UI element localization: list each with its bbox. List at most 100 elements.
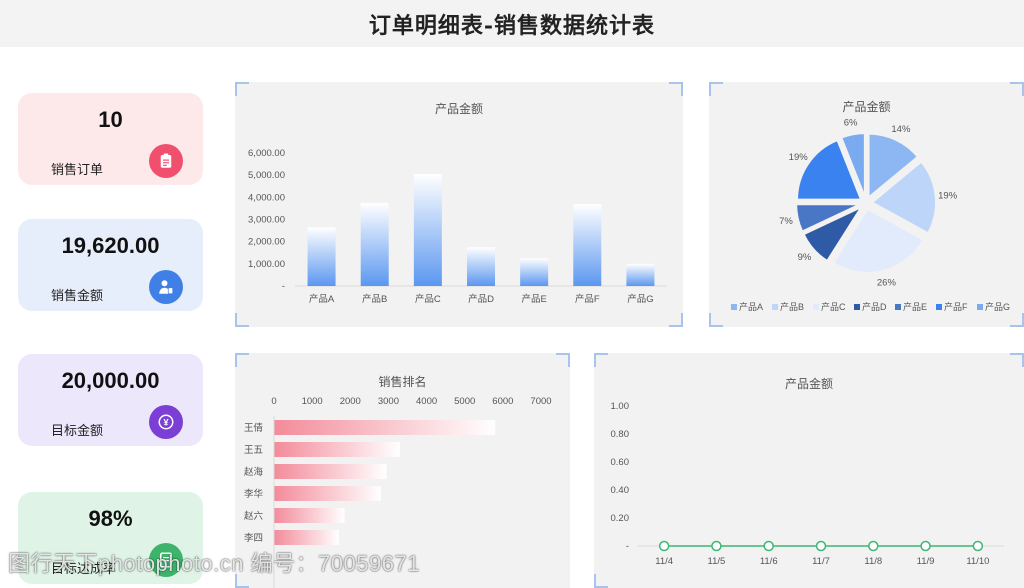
kpi-value: 98% — [88, 506, 133, 531]
y-tick-label: - — [626, 541, 629, 552]
y-tick-label: 李四 — [244, 532, 263, 544]
line-chart-title: 产品金额 — [784, 377, 833, 391]
dashboard-page: 订单明细表-销售数据统计表 10 销售订单 19,620.00 销售金额 20,000.… — [0, 0, 1024, 588]
y-tick-label: 王五 — [244, 445, 263, 456]
x-tick-label: 产品G — [627, 293, 653, 305]
bar — [413, 174, 442, 286]
x-tick-label: 产品B — [362, 293, 387, 305]
y-tick-label: 0.60 — [611, 457, 630, 468]
legend-label: 产品C — [821, 301, 846, 312]
legend-label: 产品A — [739, 301, 763, 312]
pie-chart-title: 产品金额 — [842, 100, 891, 114]
y-tick-label: - — [282, 281, 285, 292]
kpi-card: 20,000.00 目标金额 ¥ — [18, 354, 203, 446]
legend-label: 产品G — [985, 301, 1010, 312]
data-point — [868, 540, 879, 552]
y-tick-label: 0.80 — [611, 429, 630, 440]
bar — [274, 442, 400, 457]
bar — [467, 247, 495, 286]
bar — [274, 508, 345, 523]
legend-swatch — [895, 304, 901, 310]
x-tick-label: 1000 — [302, 396, 323, 407]
bar — [274, 486, 381, 501]
y-tick-label: 0.20 — [611, 513, 630, 524]
x-tick-label: 3000 — [378, 396, 399, 407]
y-tick-label: 1.00 — [611, 401, 630, 412]
user-money-icon — [149, 270, 183, 304]
x-tick-label: 11/5 — [708, 556, 726, 567]
y-tick-label: 赵六 — [244, 510, 264, 522]
kpi-card: 19,620.00 销售金额 — [18, 219, 203, 311]
title-bar: 订单明细表-销售数据统计表 — [0, 0, 1024, 47]
pie-data-label: 19% — [789, 152, 809, 163]
y-tick-label: 王倩 — [244, 422, 264, 434]
pie-chart-panel: 产品金额 14% 19% 26% 9% 7% 19% 6% 产品A 产品B 产品C 产品D 产品E 产品… — [709, 82, 1024, 327]
y-tick-label: 赵海 — [244, 466, 264, 478]
bar — [626, 263, 655, 286]
bar — [520, 258, 549, 286]
pie-data-label: 26% — [877, 277, 897, 288]
y-tick-label: 1,000.00 — [248, 259, 285, 270]
data-point — [658, 540, 670, 552]
bar-chart: - 1,000.00 2,000.00 3,000.00 4,000.00 5,000.0… — [248, 148, 667, 305]
y-tick-label: 2,000.00 — [248, 237, 285, 248]
kpi-value: 10 — [98, 107, 123, 132]
clipboard-icon — [149, 144, 183, 178]
bar — [274, 464, 387, 479]
bar-chart-title: 产品金额 — [434, 102, 483, 116]
x-tick-label: 11/7 — [812, 556, 830, 567]
data-point — [711, 540, 722, 552]
bar — [573, 203, 602, 286]
x-tick-label: 11/8 — [864, 556, 882, 567]
bar — [307, 227, 336, 286]
legend-label: 产品F — [944, 301, 968, 312]
pie-data-label: 9% — [798, 252, 812, 263]
x-tick-label: 产品C — [415, 293, 441, 305]
legend-swatch — [977, 304, 983, 310]
watermark: 图行天下photophoto.cn 编号：70059671 — [8, 551, 420, 576]
x-tick-label: 产品F — [575, 293, 600, 305]
pie-chart: 14% 19% 26% 9% 7% 19% 6% 产品A 产品B 产品C 产品D 产品E 产品F 产品G — [731, 117, 1010, 312]
legend-swatch — [936, 304, 942, 310]
legend-swatch — [731, 304, 737, 310]
kpi-value: 19,620.00 — [61, 233, 160, 258]
x-tick-label: 5000 — [454, 396, 475, 407]
x-tick-label: 4000 — [416, 396, 437, 407]
legend-label: 产品D — [862, 301, 887, 312]
kpi-card: 10 销售订单 — [18, 93, 203, 185]
bar — [360, 202, 389, 286]
x-tick-label: 2000 — [340, 396, 361, 407]
x-tick-label: 6000 — [492, 396, 513, 407]
x-tick-label: 11/9 — [917, 556, 935, 567]
legend-swatch — [813, 304, 819, 310]
legend-swatch — [772, 304, 778, 310]
page-title: 订单明细表-销售数据统计表 — [368, 12, 656, 39]
y-tick-label: 5,000.00 — [248, 170, 285, 181]
y-tick-label: 6,000.00 — [248, 148, 285, 159]
x-tick-label: 11/6 — [760, 556, 778, 567]
x-tick-label: 7000 — [530, 396, 551, 407]
pie-data-label: 6% — [844, 117, 858, 128]
data-point — [920, 540, 931, 552]
bar — [274, 420, 496, 435]
x-tick-label: 产品E — [521, 293, 546, 305]
y-tick-label: 3,000.00 — [248, 215, 285, 226]
data-point — [815, 540, 827, 552]
x-tick-label: 产品A — [309, 293, 335, 305]
y-tick-label: 李华 — [244, 488, 264, 500]
data-point — [972, 540, 984, 552]
y-tick-label: 4,000.00 — [248, 192, 285, 203]
legend-label: 产品E — [903, 301, 927, 312]
y-tick-label: 0.40 — [611, 485, 630, 496]
svg-text:¥: ¥ — [163, 417, 168, 427]
ranking-chart-title: 销售排名 — [378, 375, 427, 389]
legend-label: 产品B — [780, 301, 804, 312]
kpi-label: 销售金额 — [51, 288, 104, 303]
pie-data-label: 19% — [938, 190, 958, 201]
kpi-label: 目标金额 — [51, 423, 104, 438]
x-tick-label: 产品D — [468, 293, 494, 305]
data-point — [763, 540, 774, 552]
x-tick-label: 0 — [271, 396, 276, 407]
x-tick-label: 11/10 — [966, 556, 989, 567]
legend-swatch — [854, 304, 860, 310]
